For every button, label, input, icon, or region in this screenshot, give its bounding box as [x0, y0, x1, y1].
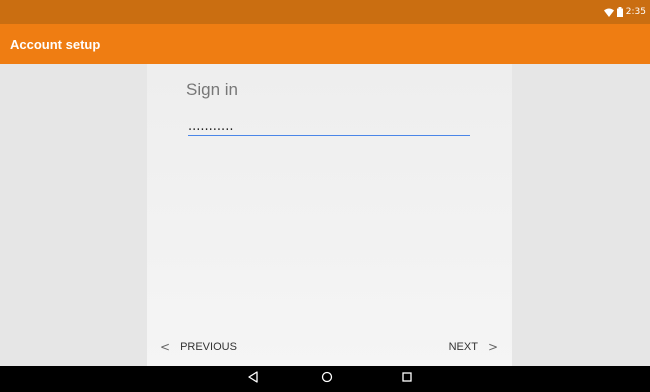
status-bar: 2:35: [0, 0, 650, 24]
wifi-icon: [603, 8, 614, 17]
bottom-nav: < PREVIOUS NEXT >: [147, 326, 512, 366]
sign-in-title: Sign in: [186, 80, 238, 99]
app-title: Account setup: [10, 37, 101, 52]
status-icons: 2:35: [603, 6, 646, 18]
next-button[interactable]: NEXT >: [449, 340, 498, 354]
next-label: NEXT: [448, 341, 478, 353]
content-area: Sign in < PREVIOUS NEXT >: [0, 64, 650, 366]
sign-in-panel: Sign in < PREVIOUS NEXT >: [147, 64, 512, 366]
battery-icon: [616, 7, 623, 17]
recents-button[interactable]: [397, 370, 417, 388]
recents-icon: [401, 370, 413, 388]
app-bar: Account setup: [0, 24, 650, 64]
home-icon: [321, 370, 333, 388]
chevron-left-icon: <: [160, 340, 171, 354]
status-time: 2:35: [625, 7, 646, 17]
previous-label: PREVIOUS: [180, 341, 237, 353]
previous-button[interactable]: < PREVIOUS: [160, 340, 237, 354]
home-button[interactable]: [317, 370, 337, 388]
back-button[interactable]: [243, 370, 263, 388]
back-icon: [247, 370, 259, 388]
chevron-right-icon: >: [487, 340, 498, 354]
system-nav-bar: [0, 366, 650, 392]
password-field[interactable]: [188, 117, 470, 136]
